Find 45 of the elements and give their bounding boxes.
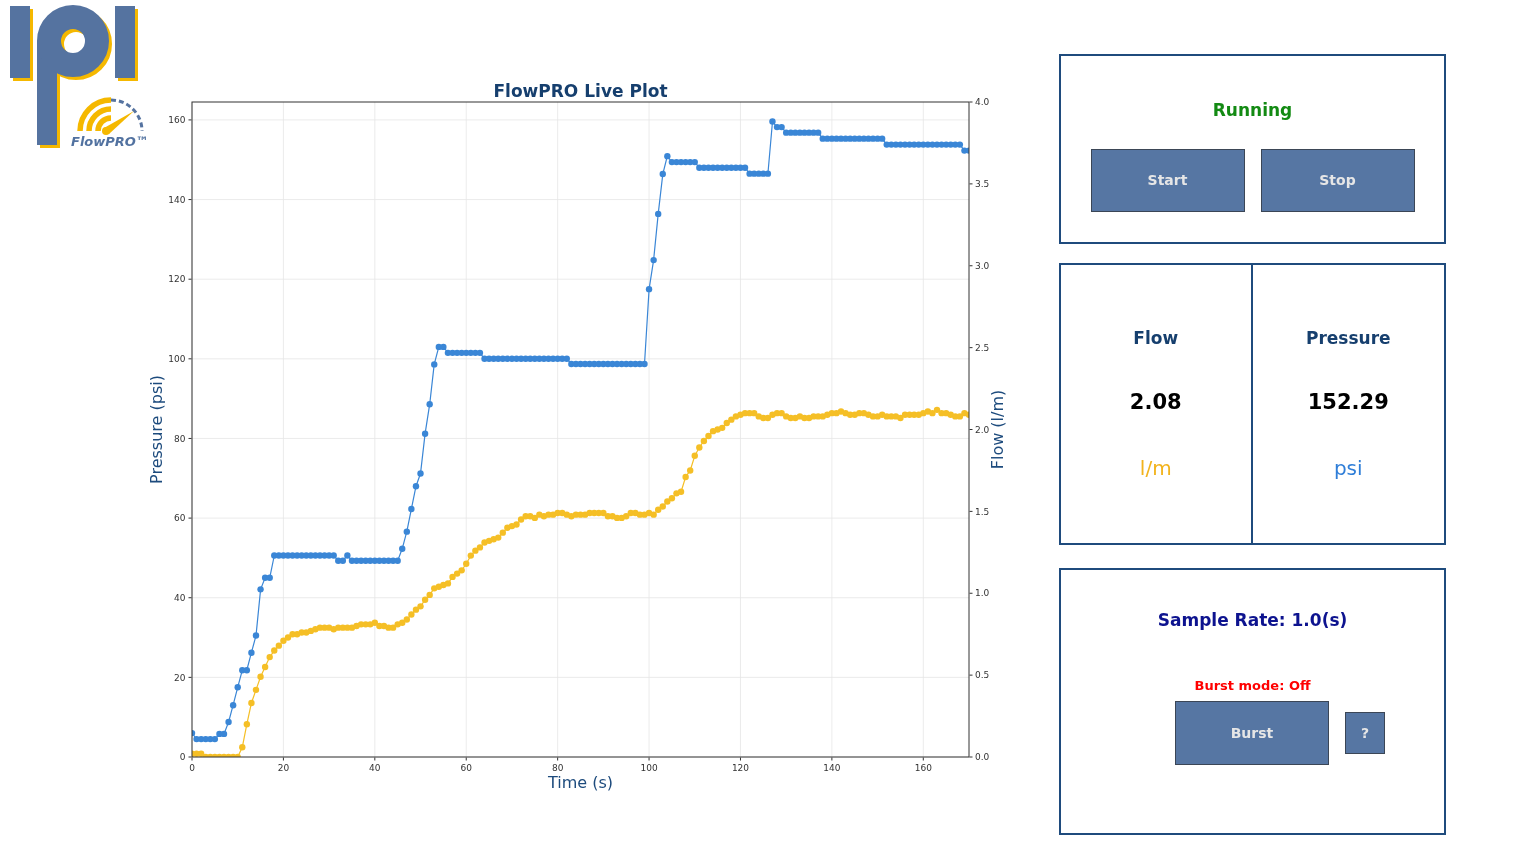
sample-rate-label: Sample Rate: 1.0(s) — [1157, 610, 1348, 630]
tick-label: 0 — [189, 763, 195, 773]
tick-label: 120 — [731, 763, 750, 773]
tick-label: 100 — [640, 763, 658, 773]
tick-label: 100 — [168, 354, 186, 364]
tick-label: 160 — [914, 763, 932, 773]
tick-label: 0.0 — [975, 752, 990, 763]
tick-label: 140 — [168, 194, 186, 205]
tick-label: 2.5 — [975, 342, 990, 353]
tick-label: 0 — [179, 752, 186, 763]
burst-mode-status: Burst mode: Off — [1194, 678, 1311, 694]
tick-label: 0.5 — [975, 670, 990, 681]
reading-unit: psi — [1333, 456, 1363, 480]
tick-label: 3.5 — [975, 179, 990, 190]
tick-label: 20 — [174, 672, 186, 683]
tick-label: 160 — [168, 115, 186, 126]
tick-label: 1.0 — [975, 588, 990, 599]
help-button[interactable]: ? — [1345, 712, 1385, 754]
tick-label: 3.0 — [975, 260, 990, 271]
reading-value: 2.08 — [1129, 389, 1182, 415]
chart-title: FlowPRO Live Plot — [493, 81, 668, 101]
secondary-y-axis-label: Flow (l/m) — [988, 389, 1007, 470]
tick-label: 80 — [174, 433, 186, 444]
tick-label: 2.0 — [975, 424, 990, 435]
reading-value: 152.29 — [1307, 389, 1389, 415]
tick-label: 80 — [551, 763, 564, 773]
logo-wordmark: FlowPRO™ — [71, 134, 149, 150]
tick-label: 120 — [168, 274, 186, 285]
reading-label: Pressure — [1305, 328, 1391, 348]
tick-label: 60 — [174, 513, 186, 524]
burst-button[interactable]: Burst — [1175, 701, 1329, 765]
y-axis-label: Pressure (psi) — [148, 375, 166, 484]
tick-label: 20 — [277, 763, 290, 773]
start-button[interactable]: Start — [1090, 149, 1245, 212]
tick-label: 1.5 — [975, 506, 990, 517]
stop-button[interactable]: Stop — [1260, 149, 1415, 212]
tick-label: 140 — [823, 763, 841, 773]
tick-label: 40 — [174, 592, 186, 603]
x-axis-label: Time (s) — [547, 773, 614, 792]
tick-label: 60 — [460, 763, 472, 773]
tick-label: 40 — [369, 763, 381, 773]
reading-unit: l/m — [1139, 456, 1172, 480]
reading-label: Flow — [1133, 328, 1179, 348]
tick-label: 4.0 — [975, 97, 990, 108]
status-text: Running — [1212, 100, 1293, 120]
